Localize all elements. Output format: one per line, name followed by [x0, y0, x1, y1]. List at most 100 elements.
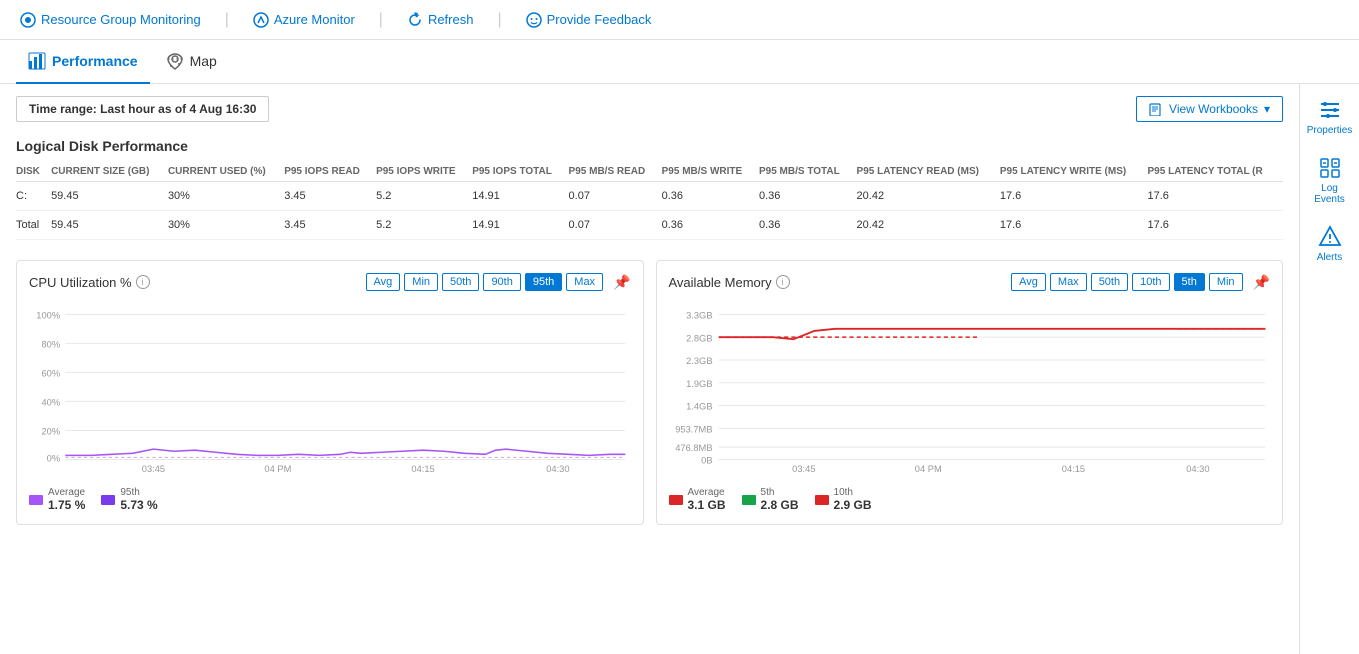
table-row: C:59.4530%3.455.214.910.070.360.3620.421…: [16, 182, 1283, 211]
svg-text:04:15: 04:15: [1061, 464, 1084, 474]
memory-chart-legend: Average 3.1 GB 5th 2.8 GB: [669, 487, 1271, 512]
log-events-label: Log Events: [1308, 183, 1352, 205]
cpu-chart-title: CPU Utilization % i: [29, 275, 150, 290]
svg-text:03:45: 03:45: [142, 464, 165, 474]
col-iops-total: P95 IOPs TOTAL: [472, 162, 568, 182]
properties-icon: [1318, 98, 1342, 122]
memory-ctrl-min[interactable]: Min: [1209, 273, 1243, 291]
tab-performance[interactable]: Performance: [16, 40, 150, 84]
memory-ctrl-avg[interactable]: Avg: [1011, 273, 1046, 291]
memory-chart-header: Available Memory i Avg Max 50th 10th 5th…: [669, 273, 1271, 291]
col-mbs-write: P95 MB/s WRITE: [662, 162, 759, 182]
svg-text:0B: 0B: [701, 456, 712, 466]
time-range-bar: Time range: Last hour as of 4 Aug 16:30 …: [16, 96, 1283, 122]
content-area: Time range: Last hour as of 4 Aug 16:30 …: [0, 84, 1299, 654]
workbooks-icon: [1149, 102, 1163, 116]
memory-pin-icon[interactable]: 📌: [1253, 274, 1270, 291]
col-lat-write: P95 LATENCY WRITE (ms): [1000, 162, 1148, 182]
memory-legend-5th: 5th 2.8 GB: [742, 487, 799, 512]
disk-table-title: Logical Disk Performance: [16, 138, 1283, 154]
svg-text:3.3GB: 3.3GB: [686, 310, 712, 320]
disk-performance-table: DISK CURRENT SIZE (GB) CURRENT USED (%) …: [16, 162, 1283, 240]
cpu-ctrl-50th[interactable]: 50th: [442, 273, 479, 291]
right-sidebar: Properties Log Events Alerts: [1299, 84, 1359, 654]
memory-chart-card: Available Memory i Avg Max 50th 10th 5th…: [656, 260, 1284, 525]
col-iops-read: P95 IOPs READ: [284, 162, 376, 182]
refresh-icon: [407, 12, 423, 28]
cpu-ctrl-max[interactable]: Max: [566, 273, 603, 291]
svg-text:40%: 40%: [41, 398, 60, 408]
memory-chart-controls: Avg Max 50th 10th 5th Min 📌: [1011, 273, 1270, 291]
memory-10th-color: [815, 495, 829, 505]
col-mbs-read: P95 MB/s READ: [569, 162, 662, 182]
memory-info-icon[interactable]: i: [776, 275, 790, 289]
col-lat-read: P95 LATENCY READ (ms): [857, 162, 1000, 182]
disk-performance-section: Logical Disk Performance DISK CURRENT SI…: [16, 138, 1283, 240]
svg-text:60%: 60%: [41, 369, 60, 379]
properties-label: Properties: [1307, 125, 1353, 136]
nav-refresh[interactable]: Refresh: [403, 12, 478, 28]
memory-ctrl-50th[interactable]: 50th: [1091, 273, 1128, 291]
memory-chart-title: Available Memory i: [669, 275, 790, 290]
col-lat-total: P95 LATENCY TOTAL (r: [1148, 162, 1283, 182]
svg-text:1.4GB: 1.4GB: [686, 402, 712, 412]
svg-text:04:15: 04:15: [411, 464, 434, 474]
memory-chart-svg: 3.3GB 2.8GB 2.3GB 1.9GB 1.4GB 953.7MB 47…: [669, 299, 1271, 479]
memory-legend-10th: 10th 2.9 GB: [815, 487, 872, 512]
col-mbs-total: P95 MB/s TOTAL: [759, 162, 857, 182]
col-used: CURRENT USED (%): [168, 162, 284, 182]
table-row: Total59.4530%3.455.214.910.070.360.3620.…: [16, 211, 1283, 240]
cpu-pin-icon[interactable]: 📌: [613, 274, 630, 291]
cpu-ctrl-min[interactable]: Min: [404, 273, 438, 291]
sidebar-properties-button[interactable]: Properties: [1304, 92, 1356, 142]
cpu-ctrl-95th[interactable]: 95th: [525, 273, 562, 291]
time-range-button[interactable]: Time range: Last hour as of 4 Aug 16:30: [16, 96, 269, 122]
cpu-chart-svg-container: 100% 80% 60% 40% 20% 0%: [29, 299, 631, 479]
sidebar-alerts-button[interactable]: Alerts: [1304, 219, 1356, 269]
memory-ctrl-5th[interactable]: 5th: [1174, 273, 1205, 291]
tab-bar: Performance Map: [0, 40, 1359, 84]
nav-resource-group-monitoring[interactable]: Resource Group Monitoring: [16, 12, 205, 28]
sidebar-log-events-button[interactable]: Log Events: [1304, 150, 1356, 211]
view-workbooks-button[interactable]: View Workbooks ▾: [1136, 96, 1283, 122]
memory-5th-color: [742, 495, 756, 505]
svg-text:04 PM: 04 PM: [264, 464, 291, 474]
map-tab-icon: [166, 52, 184, 70]
svg-text:100%: 100%: [36, 310, 60, 320]
cpu-ctrl-90th[interactable]: 90th: [483, 273, 520, 291]
svg-text:2.8GB: 2.8GB: [686, 333, 712, 343]
col-iops-write: P95 IOPs WRITE: [376, 162, 472, 182]
svg-text:953.7MB: 953.7MB: [675, 425, 712, 435]
svg-text:04:30: 04:30: [1186, 464, 1209, 474]
alerts-label: Alerts: [1317, 252, 1343, 263]
cpu-info-icon[interactable]: i: [136, 275, 150, 289]
svg-text:0%: 0%: [47, 454, 60, 464]
cpu-chart-card: CPU Utilization % i Avg Min 50th 90th 95…: [16, 260, 644, 525]
memory-ctrl-max[interactable]: Max: [1050, 273, 1087, 291]
charts-row: CPU Utilization % i Avg Min 50th 90th 95…: [16, 260, 1283, 525]
alerts-icon: [1318, 225, 1342, 249]
nav-provide-feedback[interactable]: Provide Feedback: [522, 12, 656, 28]
memory-chart-svg-container: 3.3GB 2.8GB 2.3GB 1.9GB 1.4GB 953.7MB 47…: [669, 299, 1271, 479]
azure-monitor-icon: [253, 12, 269, 28]
col-disk: DISK: [16, 162, 51, 182]
svg-text:20%: 20%: [41, 427, 60, 437]
svg-text:04:30: 04:30: [546, 464, 569, 474]
nav-azure-monitor[interactable]: Azure Monitor: [249, 12, 359, 28]
svg-text:04 PM: 04 PM: [914, 464, 941, 474]
log-events-icon: [1318, 156, 1342, 180]
main-layout: Time range: Last hour as of 4 Aug 16:30 …: [0, 84, 1359, 654]
memory-ctrl-10th[interactable]: 10th: [1132, 273, 1169, 291]
performance-tab-icon: [28, 52, 46, 70]
cpu-legend-avg: Average 1.75 %: [29, 487, 85, 512]
top-navigation: Resource Group Monitoring | Azure Monito…: [0, 0, 1359, 40]
svg-text:03:45: 03:45: [792, 464, 815, 474]
svg-text:1.9GB: 1.9GB: [686, 379, 712, 389]
tab-map[interactable]: Map: [154, 40, 229, 84]
svg-text:476.8MB: 476.8MB: [675, 443, 712, 453]
memory-legend-avg: Average 3.1 GB: [669, 487, 726, 512]
cpu-95th-color: [101, 495, 115, 505]
resource-group-icon: [20, 12, 36, 28]
cpu-avg-color: [29, 495, 43, 505]
cpu-ctrl-avg[interactable]: Avg: [366, 273, 401, 291]
